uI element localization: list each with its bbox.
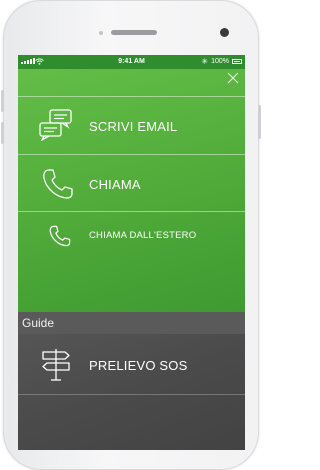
battery-percent: 100% [211,58,229,65]
phone-icon [49,225,71,247]
menu-item-call[interactable]: CHIAMA [18,155,245,211]
battery-icon [232,59,242,64]
chat-bubbles-icon [39,109,72,141]
screen: 9:41 AM ✳ 100% SCRIVI EMAIL CHIAMA CHIAM… [18,55,245,450]
front-camera [220,28,229,37]
power-button [258,105,261,139]
menu-item-label: CHIAMA DALL'ESTERO [89,230,197,241]
menu-item-label: CHIAMA [89,177,141,192]
menu-item-label: SCRIVI EMAIL [89,119,178,134]
volume-button [1,122,4,144]
sensor [99,31,103,35]
signpost-icon [42,349,70,381]
section-header-guide: Guide [18,312,245,334]
section-title: Guide [22,316,55,330]
contact-menu: SCRIVI EMAIL CHIAMA CHIAMA DALL'ESTERO [18,69,245,312]
menu-item-email[interactable]: SCRIVI EMAIL [18,97,245,154]
menu-item-label: PRELIEVO SOS [89,358,188,373]
close-icon[interactable] [225,71,241,87]
status-bar: 9:41 AM ✳ 100% [18,55,245,69]
divider [18,394,245,395]
volume-button [1,90,4,112]
phone-icon [43,169,73,199]
menu-item-call-abroad[interactable]: CHIAMA DALL'ESTERO [18,212,245,258]
menu-item-prelievo-sos[interactable]: PRELIEVO SOS [18,334,245,394]
guide-menu: PRELIEVO SOS [18,334,245,450]
speaker [111,30,157,35]
bluetooth-icon: ✳ [201,57,208,66]
